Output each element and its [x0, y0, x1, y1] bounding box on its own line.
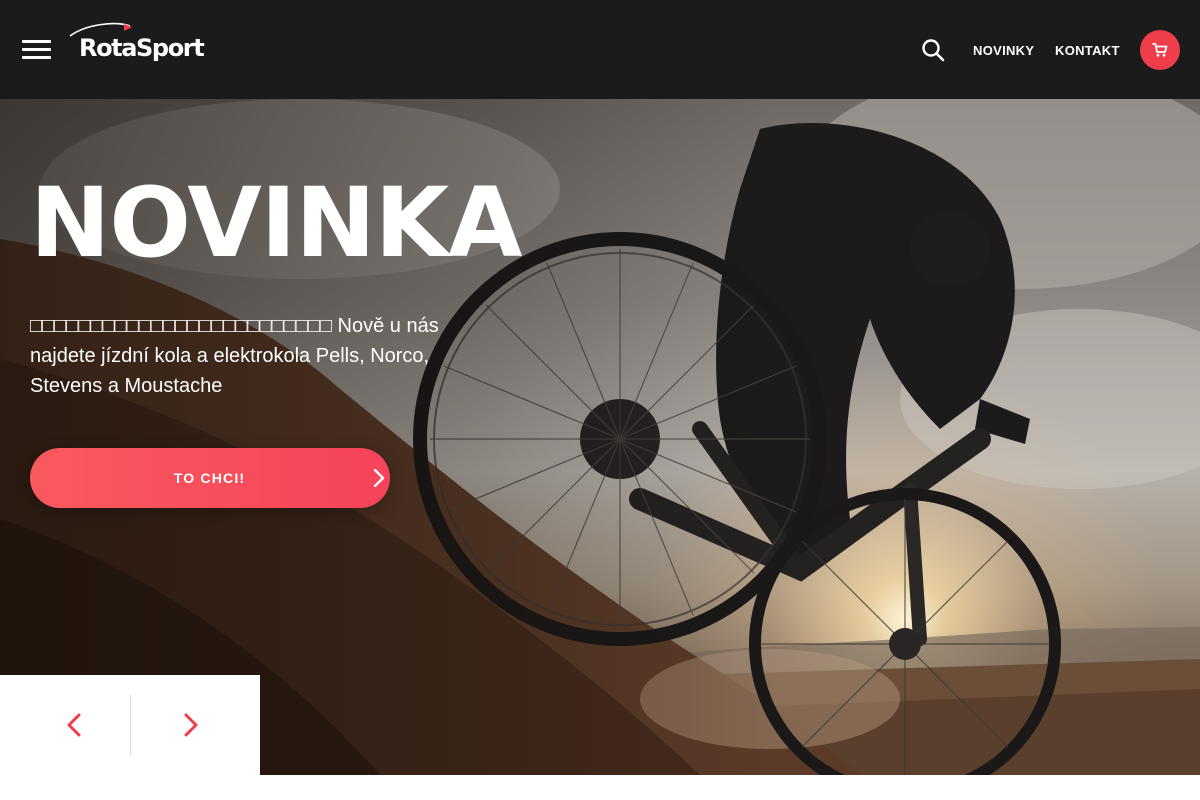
menu-bar: [22, 56, 51, 59]
to-chci-button[interactable]: TO CHCI!: [30, 448, 390, 508]
nav-kontakt[interactable]: KONTAKT: [1055, 43, 1120, 58]
search-icon[interactable]: [921, 38, 945, 62]
menu-icon[interactable]: [22, 40, 51, 59]
hero-banner: NOVINKA □□□□□□□□□□□□□□□□□□□□□□□□□ Nově u…: [0, 99, 1200, 775]
slider-next-button[interactable]: [131, 675, 261, 775]
chevron-left-icon: [67, 713, 81, 737]
chevron-right-icon: [373, 469, 385, 487]
slider-prev-button[interactable]: [0, 675, 130, 775]
slider-controls: [0, 675, 260, 775]
chevron-right-icon: [184, 713, 198, 737]
cta-label: TO CHCI!: [173, 470, 246, 486]
logo[interactable]: RotaSport: [66, 22, 206, 68]
cart-button[interactable]: [1140, 30, 1180, 70]
menu-bar: [22, 48, 51, 51]
logo-text: RotaSport: [79, 34, 205, 62]
cart-icon: [1152, 43, 1168, 57]
hero-title: NOVINKA: [30, 167, 522, 279]
nav-novinky[interactable]: NOVINKY: [973, 43, 1034, 58]
hero-description: □□□□□□□□□□□□□□□□□□□□□□□□□ Nově u nás naj…: [30, 315, 439, 397]
menu-bar: [22, 40, 51, 43]
site-header: RotaSport NOVINKY KONTAKT: [0, 0, 1200, 99]
